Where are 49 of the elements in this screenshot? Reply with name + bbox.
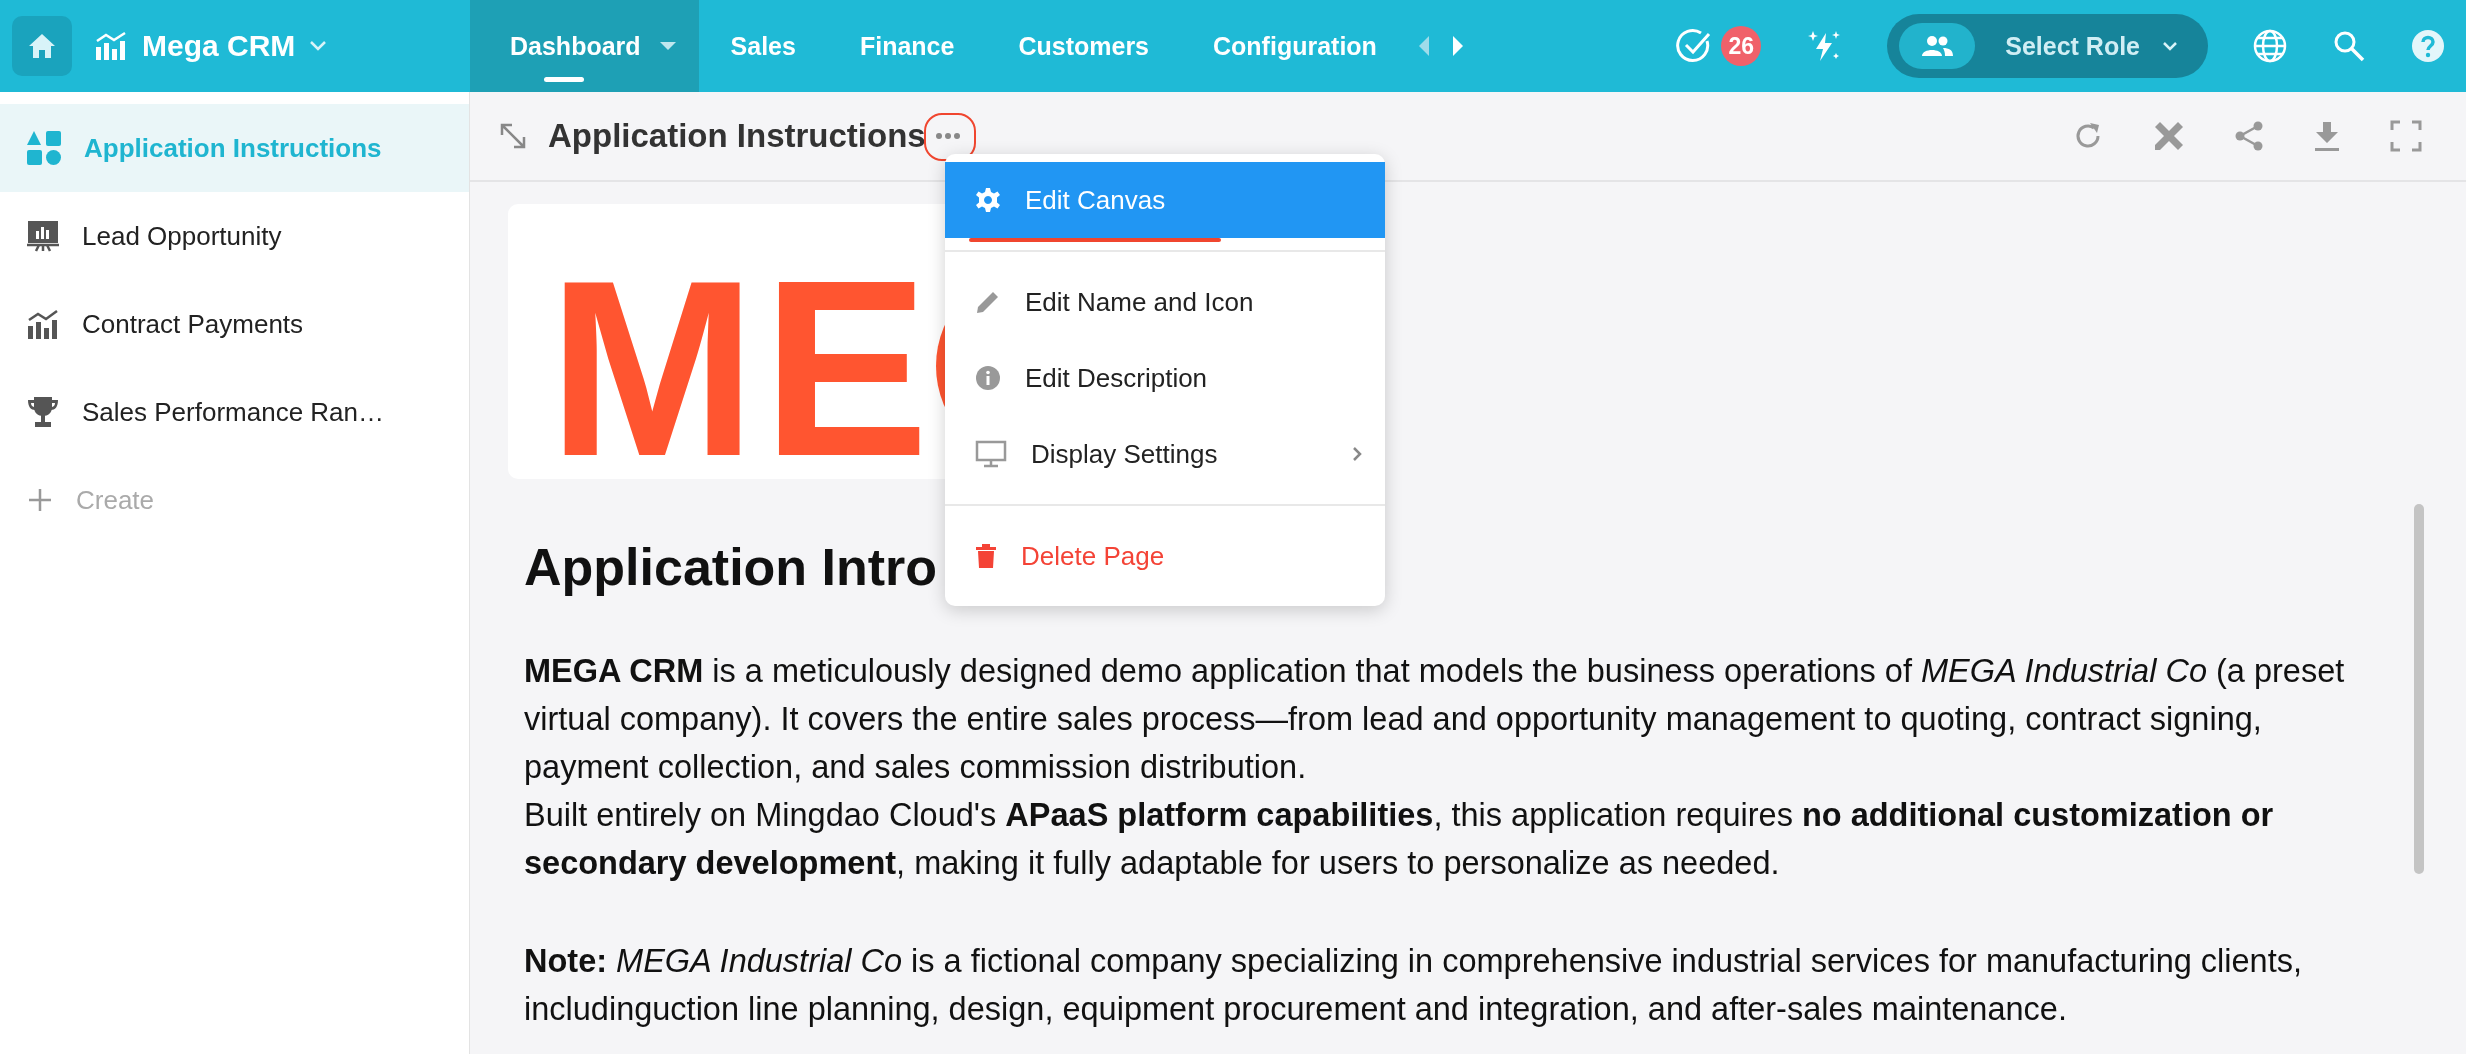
home-button[interactable] [12,16,72,76]
notification-badge: 26 [1721,26,1762,66]
page-title: Application Instructions [548,117,926,155]
presentation-board-icon [26,219,60,253]
expand-arrows-icon[interactable] [498,121,528,151]
gear-icon [975,187,1001,213]
more-options-icon[interactable] [933,131,962,141]
help-icon[interactable] [2410,28,2446,64]
menu-item[interactable]: Edit Name and Icon [945,264,1385,340]
trash-icon [975,543,997,569]
pencil-icon [975,289,1001,315]
create-button[interactable]: Create [0,456,469,544]
home-icon [27,32,57,60]
section-heading: Application Intro [524,537,938,597]
trophy-icon [26,395,60,429]
shapes-icon [26,130,62,166]
menu-item[interactable]: Delete Page [945,518,1385,594]
paragraph: Built entirely on Mingdao Cloud's APaaS platform capabilities, this application requires no additional customization or secondary development, making it fully adaptable for users to personalize as needed. [524,796,2275,883]
role-selector[interactable]: Select Role [1887,14,2208,78]
sidebar-item[interactable]: Contract Payments [0,280,469,368]
menu-item[interactable]: Edit Description [945,340,1385,416]
share-icon[interactable] [2234,120,2264,152]
paragraph: MEGA CRM is a meticulously designed demo application that models the business operations of MEGA Industrial Co (a preset virtual company). It covers the entire sales process—from lead and opportunity management to quoting, contract signing, payment collection, and sales commission distribution. [524,652,2346,787]
paragraph: Note: MEGA Industrial Co is a fictional company specializing in comprehensive industrial services for manufacturing clients, includinguction line planning, design, equipment procurement and integration, and after-sales maintenance. [524,942,2303,1029]
nav-tab[interactable]: Configuration [1181,0,1409,92]
download-icon[interactable] [2312,120,2342,152]
nav-tab[interactable]: Dashboard [470,0,699,92]
info-icon [975,365,1001,391]
sidebar-item[interactable]: Sales Performance Ran… [0,368,469,456]
bar-chart-icon [26,308,60,340]
nav-tab[interactable]: Finance [827,0,987,92]
logo-text: ME [548,244,935,479]
scroll-right-icon[interactable] [1450,34,1465,58]
scrollbar[interactable] [2414,504,2424,874]
search-icon[interactable] [2332,29,2366,63]
app-switcher[interactable]: Mega CRM [94,29,328,63]
chevron-down-icon [2162,41,2178,51]
menu-item[interactable]: Display Settings [945,416,1385,492]
nav-tab[interactable]: Sales [698,0,828,92]
sidebar-item[interactable]: Application Instructions [0,104,469,192]
bar-chart-icon [94,31,128,61]
monitor-icon [975,440,1007,468]
chevron-down-icon [309,40,328,52]
nav-tab[interactable]: Customers [986,0,1181,92]
people-icon [1919,34,1956,58]
globe-icon[interactable] [2252,28,2288,64]
plus-icon [26,486,54,514]
sidebar-item[interactable]: Lead Opportunity [0,192,469,280]
fullscreen-icon[interactable] [2390,120,2422,152]
